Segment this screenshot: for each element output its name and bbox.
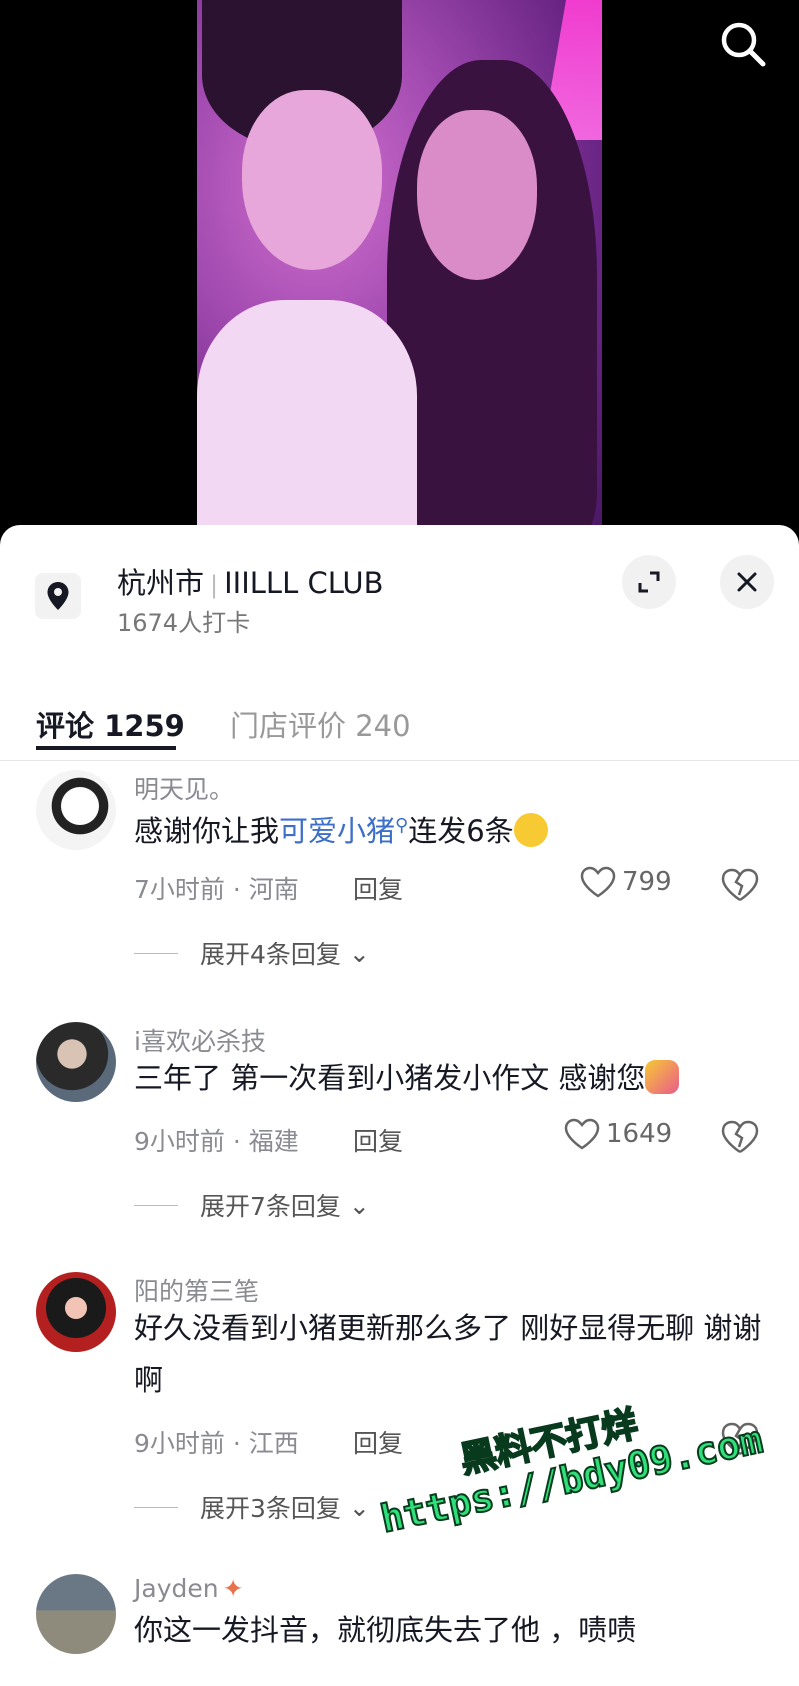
chevron-down-icon: ⌄ (348, 1492, 370, 1522)
avatar[interactable] (36, 1272, 116, 1352)
comment-meta: 9小时前 · 福建 (134, 1127, 299, 1156)
expand-replies-label: 展开7条回复 (200, 1192, 341, 1221)
divider-line (134, 1204, 178, 1206)
avatar[interactable] (36, 1022, 116, 1102)
avatar[interactable] (36, 1574, 116, 1654)
divider-line (134, 1506, 178, 1508)
tab-active-indicator (36, 746, 176, 750)
heart-icon (564, 1118, 600, 1150)
person-left-face (242, 90, 382, 270)
expand-replies-button[interactable]: 展开7条回复 ⌄ (134, 1187, 370, 1223)
chevron-down-icon: ⌄ (348, 1190, 370, 1220)
hug-emoji-icon (645, 1060, 680, 1094)
reply-button[interactable]: 回复 (353, 1122, 403, 1158)
search-small-icon: ⚲ (395, 815, 409, 836)
expand-replies-button[interactable]: 展开3条回复 ⌄ (134, 1489, 370, 1525)
broken-heart-icon[interactable] (720, 867, 760, 907)
tab-comments[interactable]: 评论 1259 (36, 703, 185, 745)
location-pin-icon (35, 573, 81, 619)
tab-reviews[interactable]: 门店评价 240 (230, 703, 411, 745)
comment-text-after: 连发6条 (408, 814, 514, 848)
location-venue: IIILLL CLUB (224, 566, 384, 600)
close-icon (737, 572, 757, 592)
comment-meta: 9小时前 · 江西 (134, 1429, 299, 1458)
like-count: 799 (622, 867, 672, 897)
expand-replies-label: 展开3条回复 (200, 1494, 341, 1523)
comment-text: 三年了 第一次看到小猪发小作文 感谢您 (134, 1052, 774, 1104)
close-button[interactable] (720, 555, 774, 609)
comment-text-before: 感谢你让我 (134, 814, 280, 848)
location-sheet: 杭州市 | IIILLL CLUB 1674人打卡 评论 1259 门店评价 240… (0, 525, 799, 1686)
comment-text-body: 三年了 第一次看到小猪发小作文 感谢您 (134, 1061, 646, 1095)
grin-emoji-icon (513, 813, 548, 847)
comment-search-link[interactable]: 可爱小猪 (279, 814, 395, 848)
comment-text: 好久没看到小猪更新那么多了 刚好显得无聊 谢谢啊 (134, 1311, 762, 1397)
expand-button[interactable] (622, 555, 676, 609)
location-city: 杭州市 (117, 566, 205, 600)
reply-button[interactable]: 回复 (353, 1424, 403, 1460)
comment-text: 你这一发抖音，就彻底失去了他 ，啧啧 (134, 1613, 637, 1647)
comment-meta: 7小时前 · 河南 (134, 875, 299, 904)
like-button[interactable]: 1649 (564, 1118, 672, 1150)
checkin-count: 1674人打卡 (117, 609, 251, 637)
broken-heart-icon[interactable] (720, 1421, 760, 1461)
search-icon[interactable] (717, 18, 769, 70)
video-frame (197, 0, 602, 530)
divider-line (134, 952, 178, 954)
broken-heart-icon[interactable] (720, 1119, 760, 1159)
expand-replies-button[interactable]: 展开4条回复 ⌄ (134, 935, 370, 971)
heart-icon (580, 866, 616, 898)
person-right-face (417, 110, 537, 280)
like-count: 1649 (606, 1119, 673, 1149)
reply-button[interactable]: 回复 (353, 870, 403, 906)
comment-text: 感谢你让我可爱小猪⚲连发6条 (134, 800, 774, 857)
avatar[interactable] (36, 770, 116, 850)
maple-leaf-icon: ✦ (222, 1574, 244, 1603)
comment-username[interactable]: Jayden ✦ (134, 1574, 244, 1603)
expand-replies-label: 展开4条回复 (200, 940, 341, 969)
comment-username-text: Jayden (134, 1574, 219, 1603)
title-separator: | (210, 571, 219, 599)
video-player[interactable] (0, 0, 799, 530)
like-button[interactable]: 799 (580, 866, 672, 898)
expand-icon (638, 571, 660, 593)
location-title[interactable]: 杭州市 | IIILLL CLUB (117, 560, 384, 602)
chevron-down-icon: ⌄ (348, 938, 370, 968)
person-left-body (197, 300, 417, 530)
